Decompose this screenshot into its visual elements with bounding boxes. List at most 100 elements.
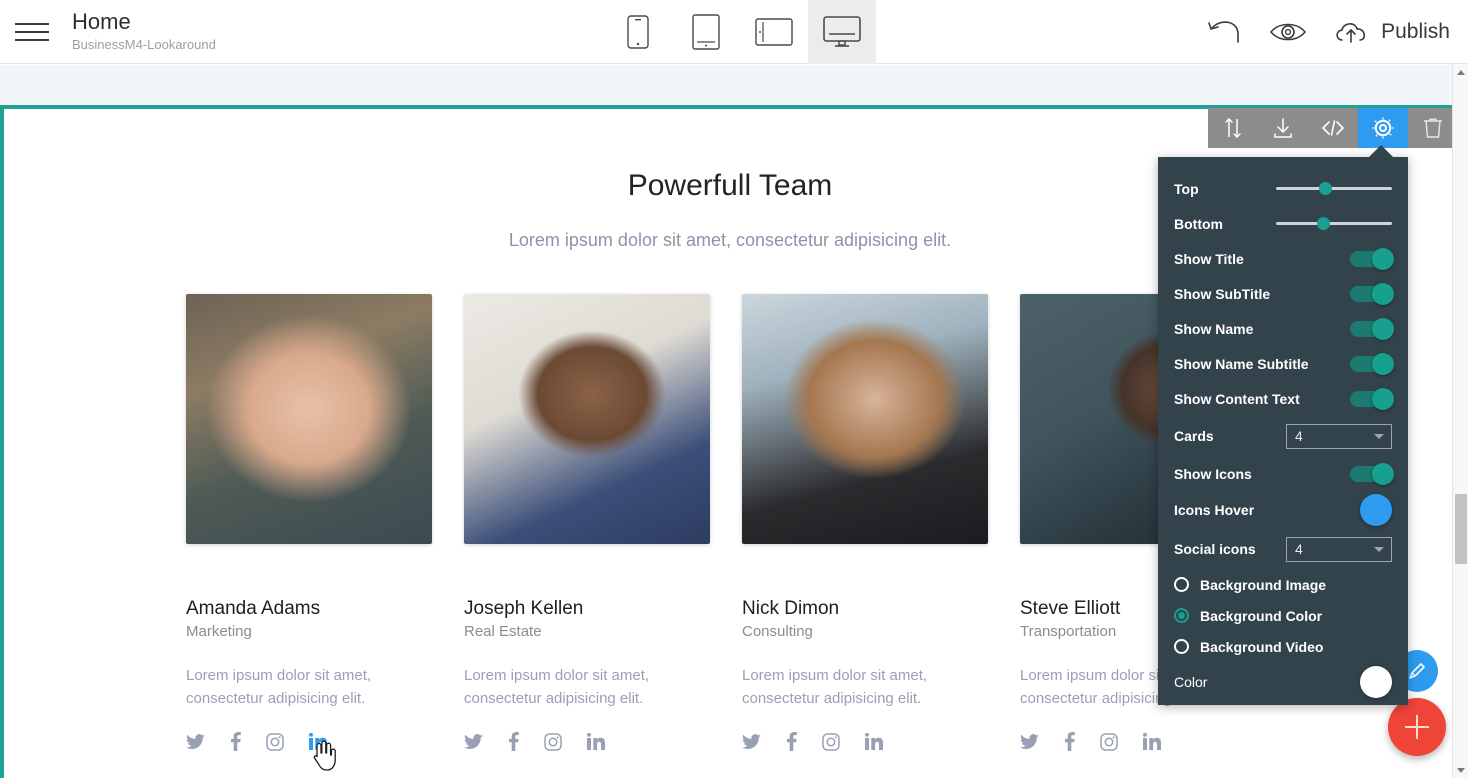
setting-label: Icons Hover (1174, 502, 1255, 518)
show-name-subtitle-toggle[interactable] (1350, 352, 1394, 375)
social-icons-count-select[interactable]: 4 (1286, 536, 1392, 562)
device-tablet-landscape-button[interactable] (740, 0, 808, 64)
facebook-icon[interactable] (230, 732, 241, 751)
chevron-down-icon (1374, 547, 1384, 552)
member-role: Real Estate (464, 623, 542, 640)
twitter-icon[interactable] (464, 733, 483, 750)
twitter-icon[interactable] (186, 733, 205, 750)
scrollbar-thumb[interactable] (1455, 494, 1467, 564)
instagram-icon[interactable] (544, 732, 562, 751)
app-root: Home BusinessM4-Lookaround Publish Power… (0, 0, 1468, 778)
add-block-fab[interactable] (1388, 698, 1446, 756)
twitter-icon[interactable] (1020, 733, 1039, 750)
facebook-icon[interactable] (508, 732, 519, 751)
undo-icon[interactable] (1207, 18, 1243, 46)
download-block-button[interactable] (1258, 108, 1308, 148)
block-settings-panel: Top Bottom Show Title Show SubTitle Show… (1158, 157, 1408, 705)
member-photo (464, 294, 710, 544)
show-subtitle-toggle[interactable] (1350, 282, 1394, 305)
linkedin-icon[interactable] (587, 733, 605, 750)
desktop-icon (823, 16, 861, 47)
block-settings-button[interactable] (1358, 108, 1408, 148)
team-card[interactable]: Amanda Adams Marketing Lorem ipsum dolor… (186, 294, 432, 751)
radio-icon (1174, 577, 1189, 592)
move-block-button[interactable] (1208, 108, 1258, 148)
icons-hover-color-swatch[interactable] (1360, 494, 1392, 526)
up-down-arrows-icon (1225, 118, 1241, 138)
block-toolbar (1208, 108, 1458, 148)
publish-label: Publish (1381, 20, 1450, 43)
caret-down-icon[interactable] (1453, 762, 1468, 778)
device-preview-group (604, 0, 876, 64)
toggle-knob (1372, 282, 1394, 305)
pen-icon (1409, 663, 1425, 679)
show-content-text-toggle[interactable] (1350, 387, 1394, 410)
slider-track (1276, 222, 1392, 225)
instagram-icon[interactable] (1100, 732, 1118, 751)
radio-icon-selected (1174, 608, 1189, 623)
setting-row-show-name-subtitle: Show Name Subtitle (1174, 346, 1394, 381)
team-card[interactable]: Joseph Kellen Real Estate Lorem ipsum do… (464, 294, 710, 751)
show-icons-toggle[interactable] (1350, 462, 1394, 485)
setting-row-show-content-text: Show Content Text (1174, 381, 1394, 416)
radio-background-image[interactable]: Background Image (1174, 569, 1392, 600)
radio-label: Background Color (1200, 607, 1323, 624)
plus-icon (1416, 715, 1418, 739)
hamburger-line (15, 30, 49, 33)
facebook-icon[interactable] (1064, 732, 1075, 751)
member-name: Nick Dimon (742, 598, 840, 619)
edit-code-button[interactable] (1308, 108, 1358, 148)
page-title: Home (72, 8, 131, 34)
toggle-knob (1372, 317, 1394, 340)
device-mobile-button[interactable] (604, 0, 672, 64)
slider-thumb[interactable] (1318, 182, 1332, 195)
radio-icon (1174, 639, 1189, 654)
slider-thumb[interactable] (1316, 217, 1330, 230)
social-icons-count-value: 4 (1295, 541, 1303, 557)
device-desktop-button[interactable] (808, 0, 876, 64)
instagram-icon[interactable] (266, 732, 284, 751)
setting-label: Bottom (1174, 215, 1223, 232)
radio-background-color[interactable]: Background Color (1174, 600, 1392, 631)
setting-row-show-title: Show Title (1174, 241, 1394, 276)
device-tablet-portrait-button[interactable] (672, 0, 740, 64)
member-text: Lorem ipsum dolor sit amet, consectetur … (464, 667, 650, 707)
facebook-icon[interactable] (786, 732, 797, 751)
member-role: Marketing (186, 623, 252, 640)
linkedin-icon[interactable] (309, 733, 327, 750)
setting-label: Show Name (1174, 320, 1254, 337)
toggle-knob (1372, 462, 1394, 485)
linkedin-icon[interactable] (865, 733, 883, 750)
slider-track (1276, 187, 1392, 190)
radio-label: Background Image (1200, 576, 1327, 593)
top-padding-slider[interactable] (1276, 179, 1392, 199)
caret-up-icon[interactable] (1453, 64, 1468, 80)
page-scrollbar[interactable] (1452, 64, 1468, 778)
toggle-knob (1372, 247, 1394, 270)
eye-icon[interactable] (1269, 19, 1307, 45)
linkedin-icon[interactable] (1143, 733, 1161, 750)
tablet-portrait-icon (692, 14, 720, 50)
member-photo (186, 294, 432, 544)
setting-row-color: Color (1174, 662, 1392, 702)
team-card[interactable]: Nick Dimon Consulting Lorem ipsum dolor … (742, 294, 988, 751)
member-name: Joseph Kellen (464, 598, 584, 619)
show-name-toggle[interactable] (1350, 317, 1394, 340)
delete-block-button[interactable] (1408, 108, 1458, 148)
twitter-icon[interactable] (742, 733, 761, 750)
canvas-top-strip (0, 65, 1460, 105)
hamburger-icon[interactable] (0, 0, 64, 64)
bottom-padding-slider[interactable] (1276, 214, 1392, 234)
instagram-icon[interactable] (822, 732, 840, 751)
cards-count-select[interactable]: 4 (1286, 423, 1392, 449)
background-color-swatch[interactable] (1360, 666, 1392, 698)
member-name: Amanda Adams (186, 598, 321, 619)
trash-icon (1423, 118, 1443, 138)
show-title-toggle[interactable] (1350, 247, 1394, 270)
publish-button[interactable]: Publish (1333, 18, 1450, 46)
radio-background-video[interactable]: Background Video (1174, 631, 1392, 662)
member-photo (742, 294, 988, 544)
setting-row-bottom: Bottom (1174, 206, 1392, 241)
setting-row-social-icons: Social icons 4 (1174, 529, 1392, 569)
setting-label: Top (1174, 180, 1199, 197)
